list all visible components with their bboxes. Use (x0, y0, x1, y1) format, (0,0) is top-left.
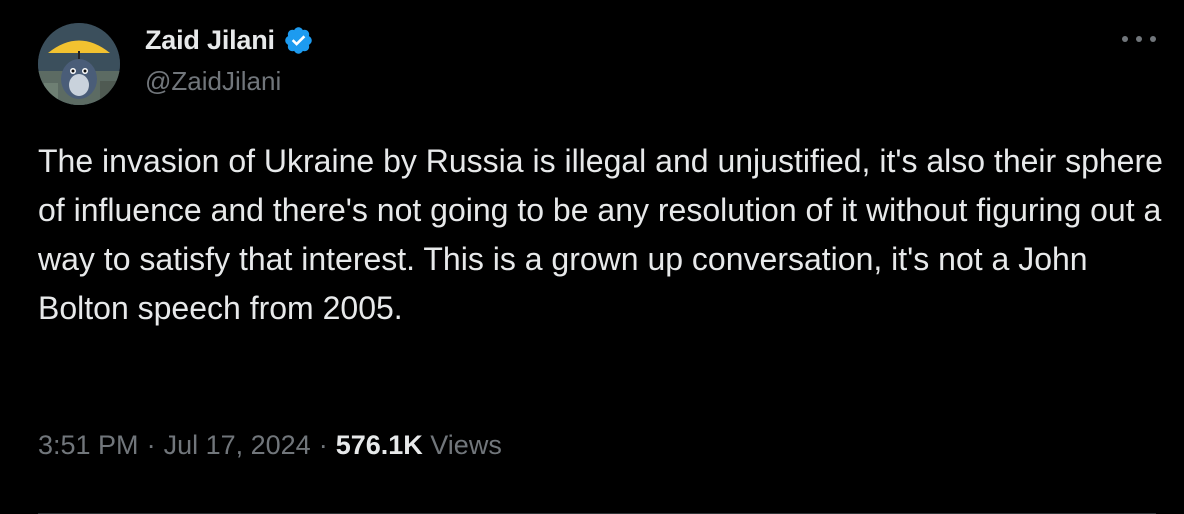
tweet-time[interactable]: 3:51 PM (38, 430, 139, 460)
views-label[interactable]: Views (430, 430, 502, 460)
tweet: Zaid Jilani @ZaidJilani The invasion of … (0, 0, 1184, 514)
name-row: Zaid Jilani (145, 20, 314, 60)
handle[interactable]: @ZaidJilani (145, 66, 314, 97)
display-name[interactable]: Zaid Jilani (145, 25, 275, 56)
meta-separator: · (146, 430, 156, 460)
more-horizontal-icon[interactable] (1122, 28, 1156, 50)
avatar[interactable] (38, 23, 120, 105)
more-dot (1122, 36, 1128, 42)
avatar-image (38, 23, 120, 105)
more-dot (1136, 36, 1142, 42)
tweet-date[interactable]: Jul 17, 2024 (164, 430, 311, 460)
views-count[interactable]: 576.1K (336, 430, 423, 460)
verified-badge-icon[interactable] (283, 25, 314, 56)
tweet-text: The invasion of Ukraine by Russia is ill… (38, 143, 1163, 326)
meta-separator: · (318, 430, 328, 460)
author-info: Zaid Jilani @ZaidJilani (145, 20, 314, 97)
more-dot (1150, 36, 1156, 42)
tweet-meta: 3:51 PM · Jul 17, 2024 · 576.1K Views (38, 430, 502, 461)
